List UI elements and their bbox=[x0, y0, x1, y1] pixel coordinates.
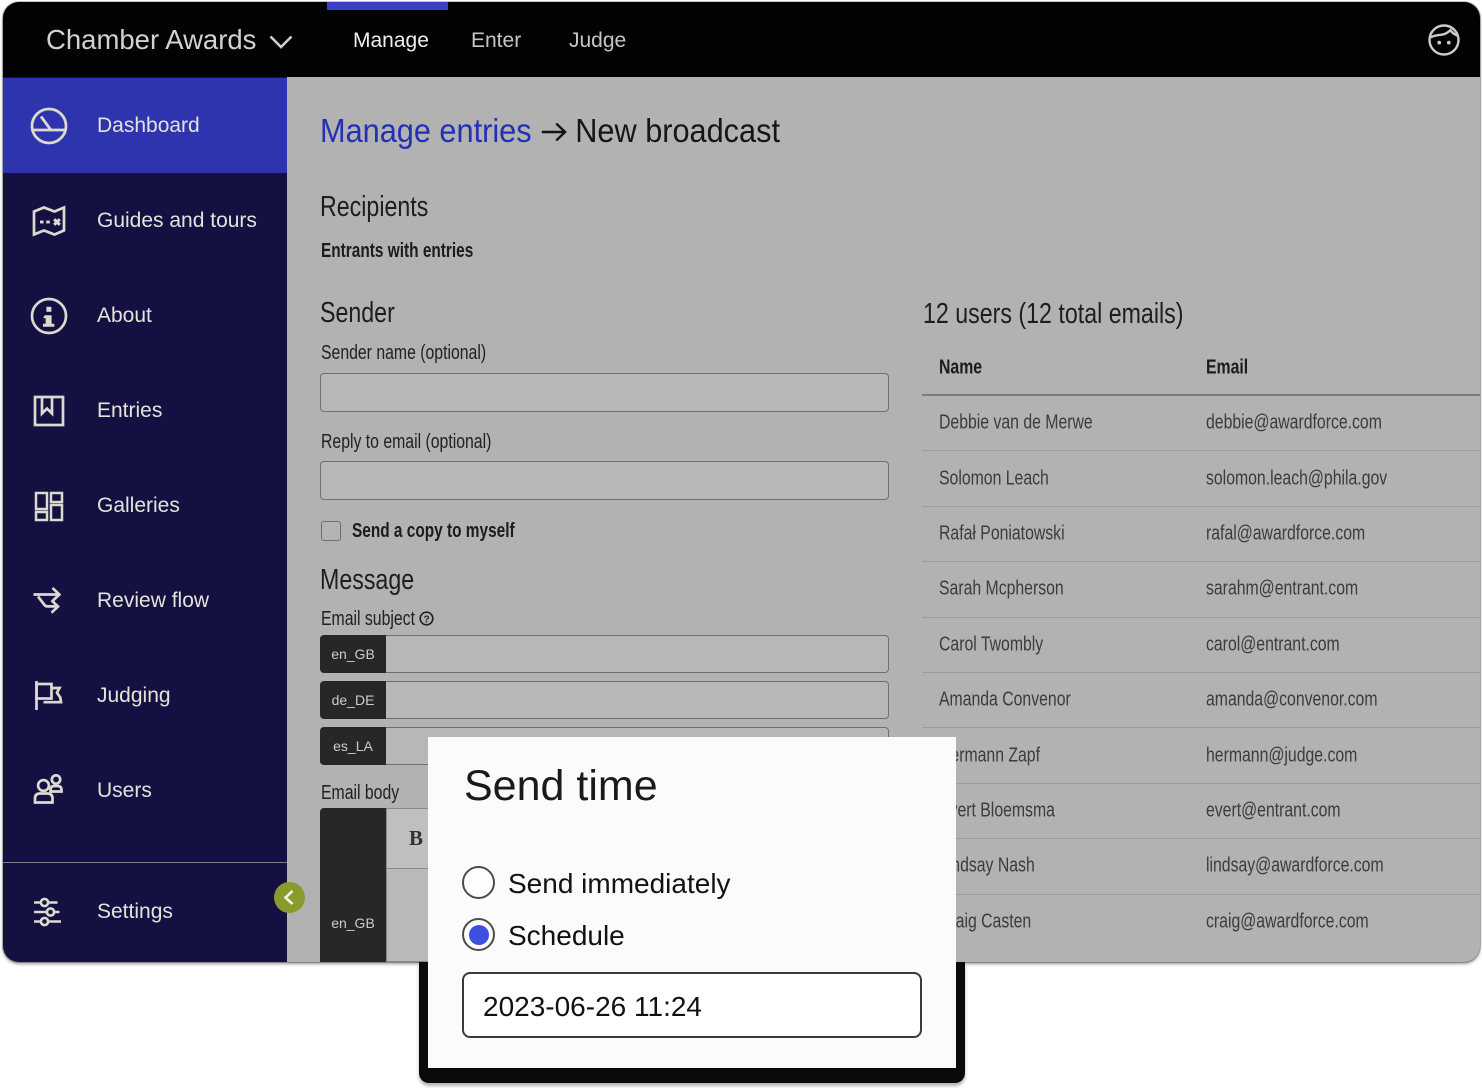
svg-text:?: ? bbox=[423, 614, 429, 625]
